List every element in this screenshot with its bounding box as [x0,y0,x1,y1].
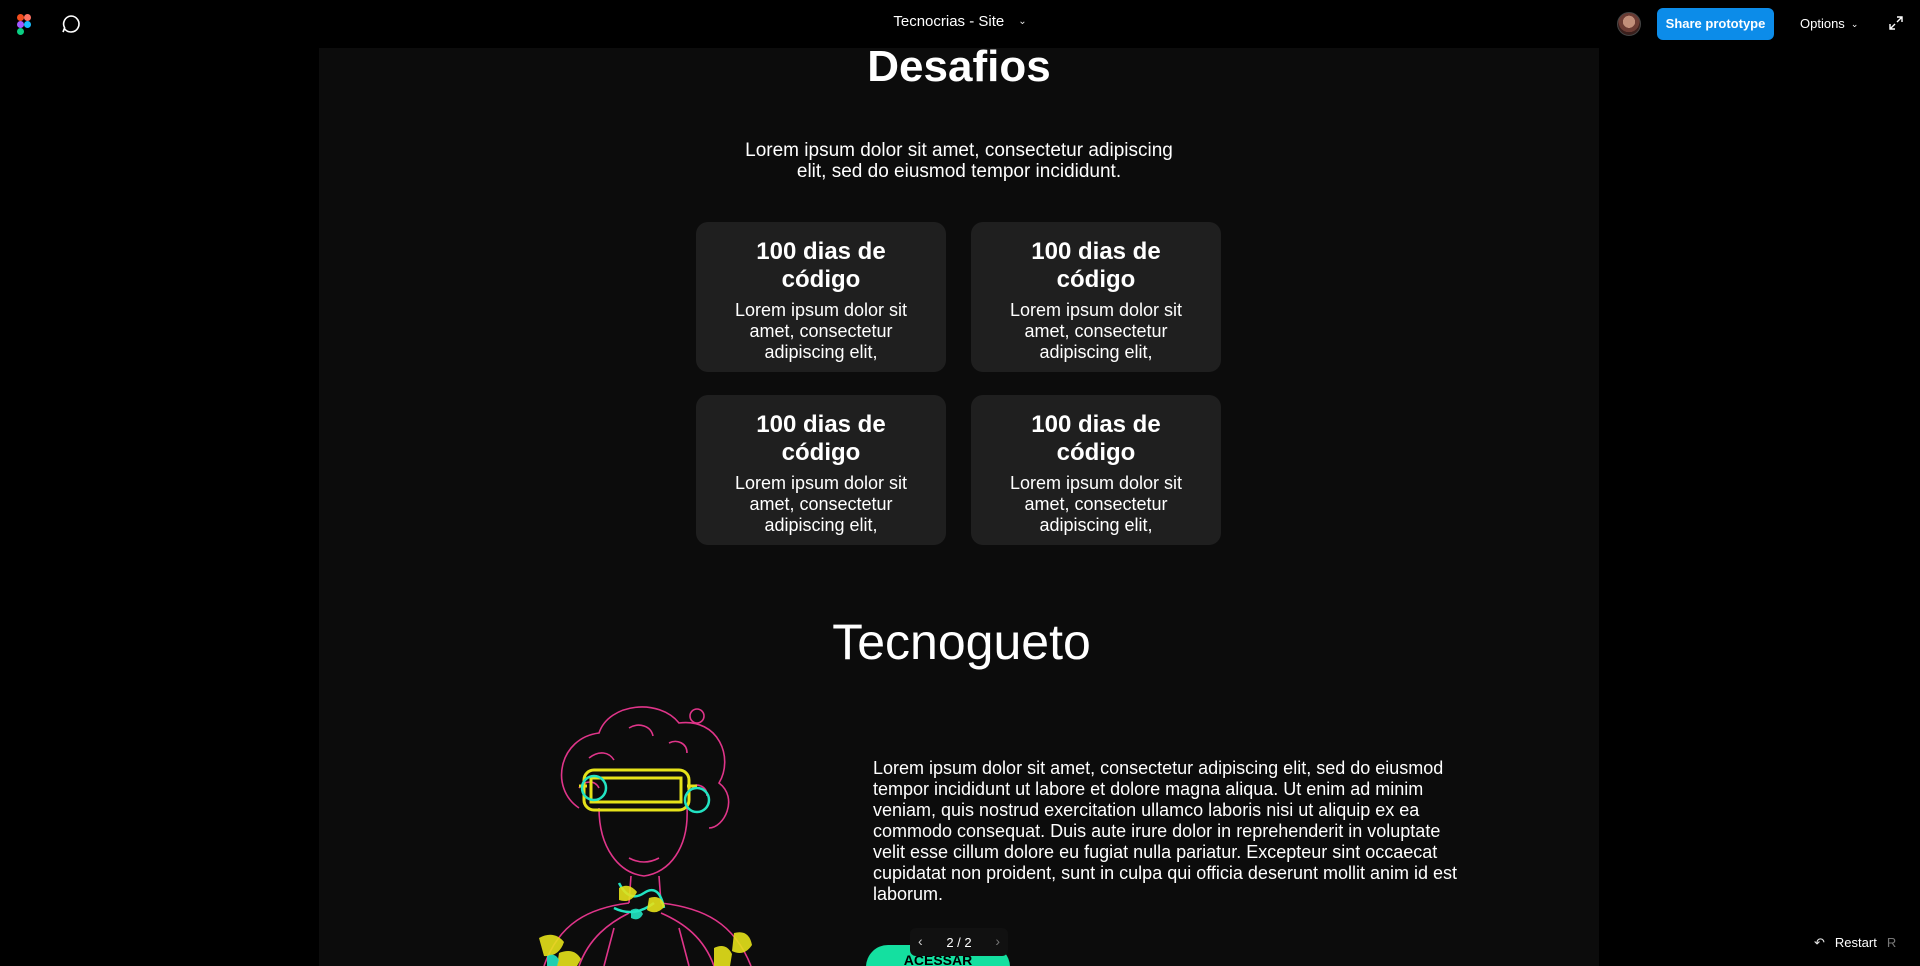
prototype-toolbar: Tecnocrias - Site ⌄ Share prototype Optio… [0,0,1920,48]
share-prototype-button[interactable]: Share prototype [1657,8,1774,40]
tecnogueto-title: Tecnogueto [832,614,1091,670]
flow-pager: ‹ 2 / 2 › [910,928,1008,956]
chevron-down-icon[interactable]: ⌄ [1018,16,1026,27]
section-description-wrap: Lorem ipsum dolor sit amet, consectetur … [319,140,1599,182]
card-body: Lorem ipsum dolor sit amet, consectetur … [1009,300,1183,362]
figma-logo-icon[interactable] [17,14,31,35]
challenge-card[interactable]: 100 dias de código Lorem ipsum dolor sit… [696,395,946,545]
chevron-right-icon[interactable]: › [995,933,1000,949]
expand-icon[interactable] [1888,15,1904,31]
file-title[interactable]: Tecnocrias - Site [893,13,1004,30]
card-title: 100 dias de código [1031,238,1161,293]
options-label: Options [1800,16,1845,31]
page-counter: 2 / 2 [946,935,972,950]
section-title: Desafios [867,48,1051,91]
chevron-down-icon: ⌄ [1850,19,1859,29]
card-title: 100 dias de código [756,411,886,466]
card-title: 100 dias de código [756,238,886,293]
challenge-card[interactable]: 100 dias de código Lorem ipsum dolor sit… [971,222,1221,372]
challenge-card[interactable]: 100 dias de código Lorem ipsum dolor sit… [696,222,946,372]
card-body: Lorem ipsum dolor sit amet, consectetur … [734,300,908,362]
card-body: Lorem ipsum dolor sit amet, consectetur … [734,473,908,535]
card-body: Lorem ipsum dolor sit amet, consectetur … [1009,473,1183,535]
vr-character-illustration [539,706,752,966]
avatar[interactable] [1617,12,1641,36]
restart-label: Restart [1834,935,1877,950]
options-menu-button[interactable]: Options ⌄ [1800,16,1858,31]
section-description: Lorem ipsum dolor sit amet, consectetur … [745,140,1173,182]
tecnogueto-description: Lorem ipsum dolor sit amet, consectetur … [873,758,1458,904]
restart-arrow-icon: ↶ [1814,935,1825,950]
challenge-card[interactable]: 100 dias de código Lorem ipsum dolor sit… [971,395,1221,545]
prototype-frame: Desafios Lorem ipsum dolor sit amet, con… [319,48,1599,966]
card-title: 100 dias de código [1031,411,1161,466]
restart-shortcut: R [1886,935,1897,950]
restart-button[interactable]: ↶ Restart R [1814,935,1896,951]
comment-bubble-icon[interactable] [60,13,82,35]
